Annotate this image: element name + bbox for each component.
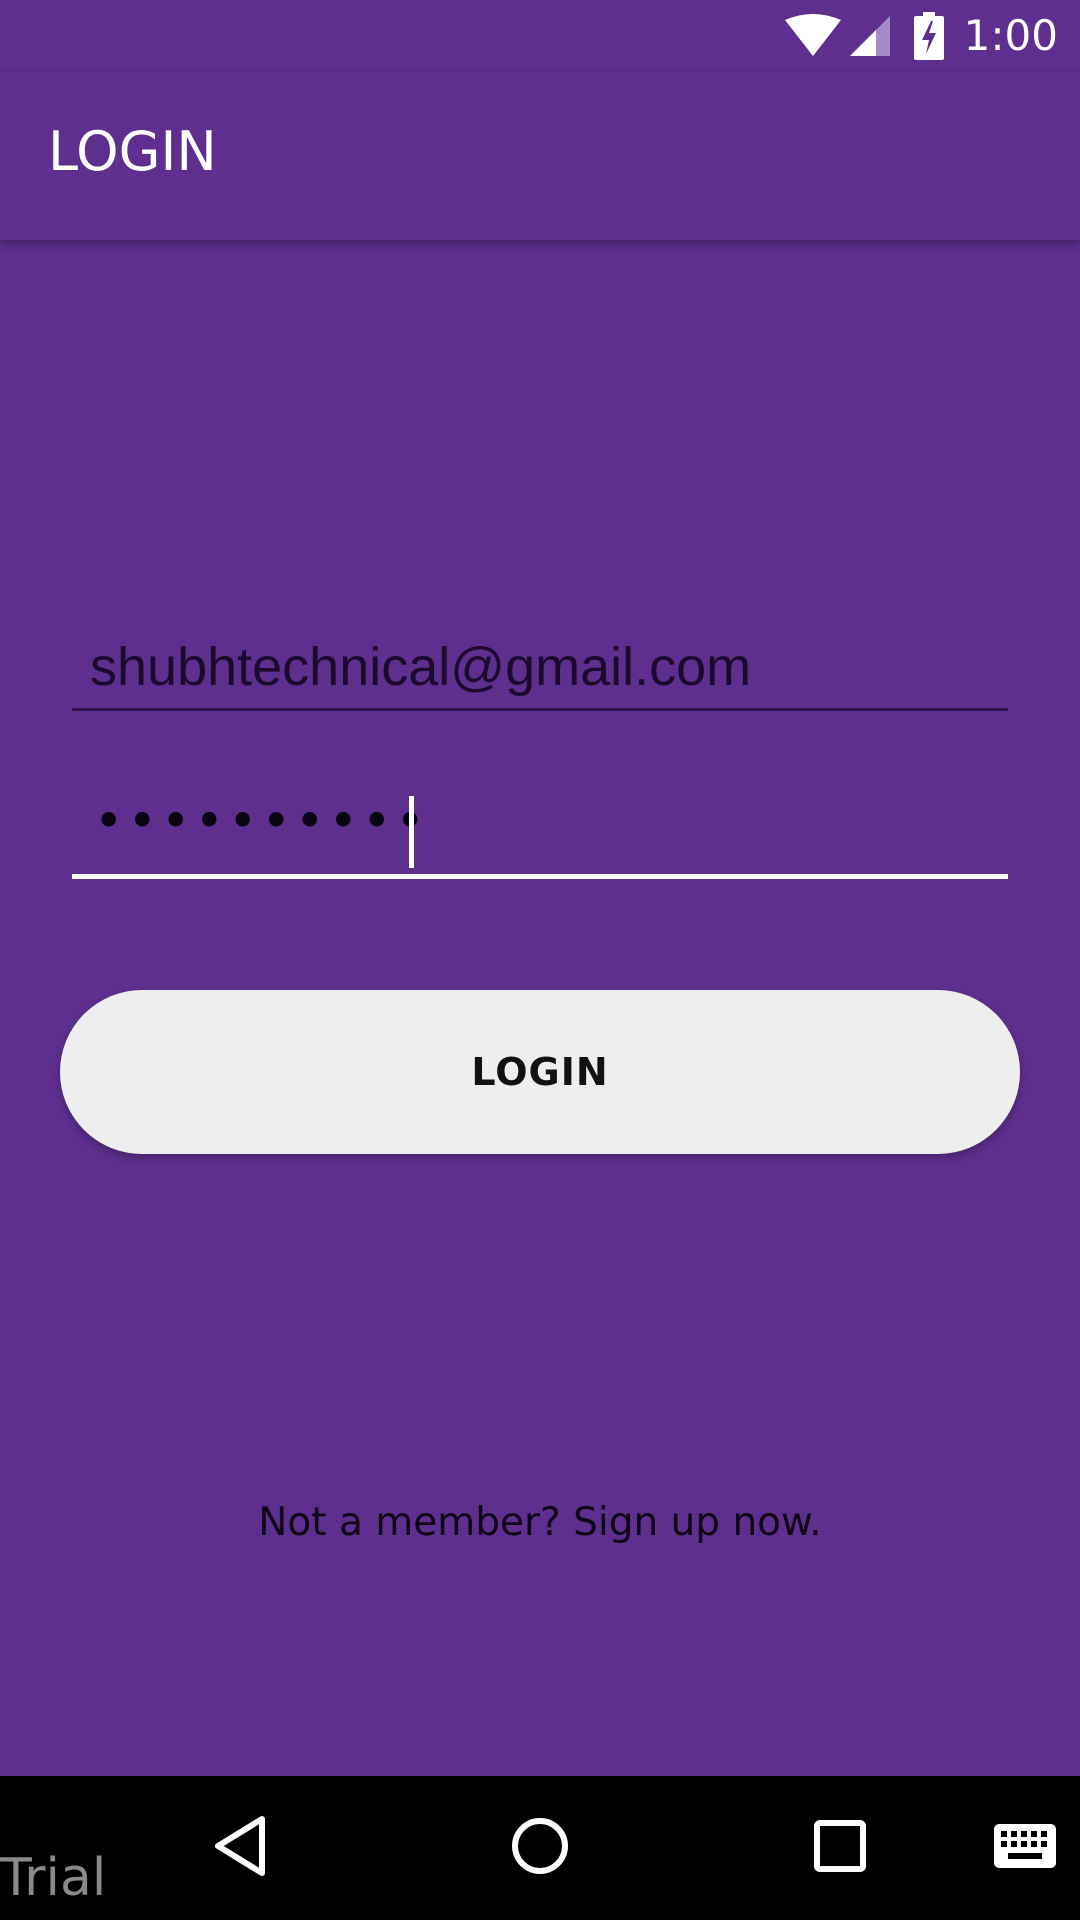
keyboard-button[interactable] (975, 1776, 1075, 1920)
status-bar: 1:00 (0, 0, 1080, 72)
page-title: LOGIN (48, 120, 217, 183)
cellular-signal-icon (848, 14, 892, 58)
recents-button[interactable] (780, 1776, 900, 1920)
signup-link[interactable]: Not a member? Sign up now. (0, 1500, 1080, 1545)
battery-charging-icon (913, 12, 944, 60)
trial-watermark: Trial (0, 1848, 107, 1908)
app-bar: LOGIN (0, 72, 1080, 240)
back-button[interactable] (180, 1776, 300, 1920)
wifi-icon (784, 14, 842, 58)
email-value: shubhtechnical@gmail.com (90, 637, 752, 697)
login-button[interactable]: LOGIN (60, 990, 1020, 1154)
recents-icon (814, 1820, 866, 1876)
status-icons: 1:00 (784, 0, 1058, 72)
back-icon (212, 1815, 268, 1881)
keyboard-icon (994, 1824, 1056, 1872)
home-button[interactable] (480, 1776, 600, 1920)
password-field[interactable]: •••••••••• (72, 780, 1008, 879)
login-button-label: LOGIN (471, 1050, 609, 1094)
navigation-bar (0, 1776, 1080, 1920)
status-clock: 1:00 (963, 11, 1058, 60)
text-cursor (409, 796, 414, 868)
home-icon (510, 1816, 570, 1880)
email-field[interactable]: shubhtechnical@gmail.com (72, 620, 1008, 711)
password-value: •••••••••• (94, 792, 429, 850)
